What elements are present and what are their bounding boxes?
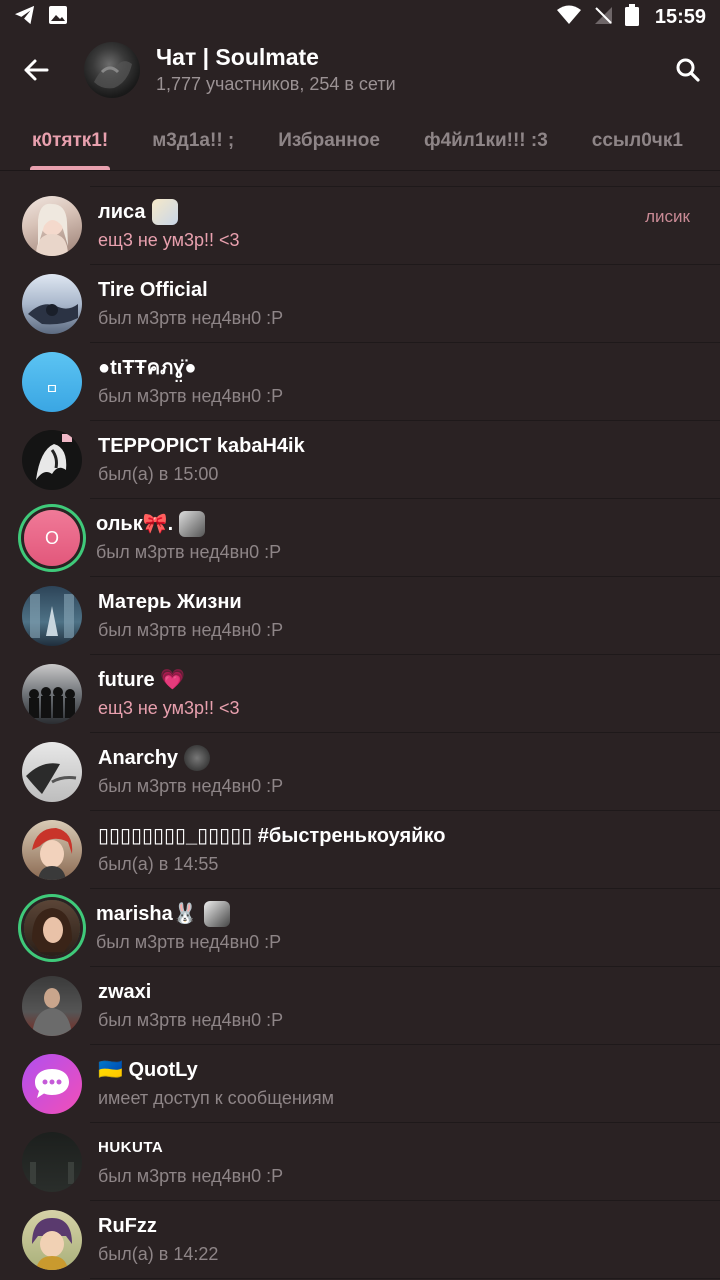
member-status: был м3ртв нед4вн0 :P	[98, 776, 284, 796]
member-row[interactable]: Tire Official был м3ртв нед4вн0 :P	[0, 265, 720, 343]
member-status: был(а) в 14:55	[98, 854, 219, 874]
member-name: RuFzz	[98, 1215, 157, 1237]
sticker-icon	[151, 199, 178, 225]
member-name: future 💗	[98, 669, 186, 691]
member-name: Anarchy	[98, 747, 179, 769]
wifi-icon	[556, 5, 581, 30]
list-item-partial	[90, 172, 720, 187]
member-row[interactable]: 🇺🇦 QuotLy имеет доступ к сообщениям	[0, 1045, 720, 1123]
member-status: был м3ртв нед4вн0 :P	[98, 1010, 284, 1030]
avatar	[22, 274, 82, 334]
member-name: zwaxi	[98, 981, 152, 1003]
telegram-icon	[14, 5, 36, 30]
sticker-icon	[184, 745, 211, 771]
tab-saved[interactable]: Избранное	[278, 112, 380, 170]
member-title-badge: лисик	[645, 207, 690, 226]
chat-header: Чат | Soulmate 1,777 участников, 254 в с…	[0, 34, 720, 106]
avatar	[24, 900, 80, 956]
member-status: был(а) в 14:22	[98, 1244, 219, 1264]
tab-members[interactable]: к0тятк1!	[29, 112, 111, 170]
member-row[interactable]: RuFzz был(а) в 14:22	[0, 1201, 720, 1279]
chat-avatar[interactable]	[84, 42, 140, 98]
avatar	[22, 1132, 82, 1192]
gallery-icon	[48, 5, 68, 30]
member-status: был м3ртв нед4вн0 :P	[98, 1166, 284, 1186]
chat-title[interactable]: Чат | Soulmate	[156, 43, 668, 71]
search-button[interactable]	[668, 50, 708, 90]
avatar	[22, 664, 82, 724]
avatar	[22, 1210, 82, 1270]
chat-member-count: 1,777 участников, 254 в сети	[156, 74, 396, 94]
avatar-initial: ㅁ	[45, 381, 59, 397]
member-status: ещ3 не ум3р!! <3	[98, 698, 240, 718]
member-name: HUKUTA	[98, 1139, 164, 1156]
member-name: Матерь Жизни	[98, 591, 242, 613]
status-bar: 15:59	[0, 0, 720, 34]
member-name: marisha🐰	[96, 903, 198, 925]
member-row[interactable]: ㅁ ●tιŦŦคภɣ̤̈● был м3ртв нед4вн0 :P	[0, 343, 720, 421]
member-status: ещ3 не ум3р!! <3	[98, 230, 240, 250]
member-name: 🇺🇦 QuotLy	[98, 1059, 198, 1081]
member-list: лиса ещ3 не ум3р!! <3 лисик Tire Officia…	[0, 172, 720, 1279]
avatar-initial: O	[44, 527, 59, 548]
avatar	[22, 196, 82, 256]
sticker-icon	[179, 511, 206, 537]
member-row[interactable]: TEPPOPICT kabaH4ik был(а) в 15:00	[0, 421, 720, 499]
tab-media[interactable]: м3д1а!! ;	[152, 112, 234, 170]
avatar	[22, 430, 82, 490]
member-status: был м3ртв нед4вн0 :P	[98, 308, 284, 328]
member-row[interactable]: лиса ещ3 не ум3р!! <3 лисик	[0, 187, 720, 265]
member-row[interactable]: Anarchy был м3ртв нед4вн0 :P	[0, 733, 720, 811]
member-row[interactable]: ▯▯▯▯▯▯▯▯_▯▯▯▯▯ #быстренькоуяйко был(а) в…	[0, 811, 720, 889]
search-icon	[676, 58, 700, 82]
chat-bubble-icon	[35, 1069, 69, 1098]
avatar	[22, 742, 82, 802]
battery-icon	[624, 3, 639, 31]
no-signal-icon	[593, 5, 613, 30]
member-row[interactable]: HUKUTA был м3ртв нед4вн0 :P	[0, 1123, 720, 1201]
member-status: был(а) в 15:00	[98, 464, 219, 484]
avatar	[22, 1054, 82, 1114]
arrow-left-icon	[24, 59, 49, 81]
member-status: был м3ртв нед4вн0 :P	[98, 620, 284, 640]
member-name: ●tιŦŦคภɣ̤̈●	[98, 357, 197, 379]
media-tabs: к0тятк1! м3д1а!! ; Избранное ф4йл1ки!!! …	[0, 112, 720, 171]
tab-links[interactable]: ссыл0чк1	[592, 112, 683, 170]
member-row[interactable]: Матерь Жизни был м3ртв нед4вн0 :P	[0, 577, 720, 655]
avatar	[22, 820, 82, 880]
member-status: имеет доступ к сообщениям	[98, 1088, 334, 1108]
member-row[interactable]: zwaxi был м3ртв нед4вн0 :P	[0, 967, 720, 1045]
tab-files[interactable]: ф4йл1ки!!! :3	[424, 112, 548, 170]
back-button[interactable]	[18, 52, 54, 88]
member-row[interactable]: O ольк🎀. был м3ртв нед4вн0 :P	[0, 499, 720, 577]
member-name: Tire Official	[98, 279, 208, 301]
avatar	[22, 976, 82, 1036]
member-name: ▯▯▯▯▯▯▯▯_▯▯▯▯▯ #быстренькоуяйко	[98, 825, 446, 847]
member-row[interactable]: future 💗 ещ3 не ум3р!! <3	[0, 655, 720, 733]
avatar	[22, 586, 82, 646]
member-name: TEPPOPICT kabaH4ik	[98, 435, 305, 457]
member-status: был м3ртв нед4вн0 :P	[96, 932, 282, 952]
avatar: ㅁ	[22, 352, 82, 412]
member-name: ольк🎀.	[96, 513, 174, 535]
avatar: O	[24, 510, 80, 566]
member-status: был м3ртв нед4вн0 :P	[98, 386, 284, 406]
member-row[interactable]: marisha🐰 был м3ртв нед4вн0 :P	[0, 889, 720, 967]
member-name: лиса	[98, 201, 146, 223]
sticker-icon	[203, 901, 230, 927]
clock-time: 15:59	[654, 5, 706, 28]
member-status: был м3ртв нед4вн0 :P	[96, 542, 282, 562]
